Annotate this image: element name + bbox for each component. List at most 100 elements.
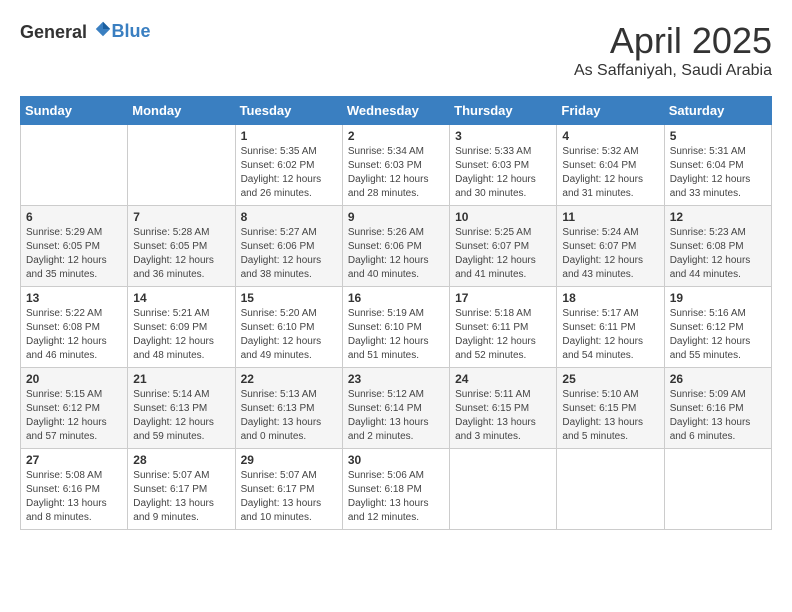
day-number: 18 [562,291,658,305]
day-number: 23 [348,372,444,386]
day-info: Sunrise: 5:34 AM Sunset: 6:03 PM Dayligh… [348,145,444,201]
day-info: Sunrise: 5:13 AM Sunset: 6:13 PM Dayligh… [241,388,337,444]
logo-blue-text: Blue [112,21,151,41]
calendar-cell: 1 Sunrise: 5:35 AM Sunset: 6:02 PM Daylig… [235,125,342,206]
day-info: Sunrise: 5:14 AM Sunset: 6:13 PM Dayligh… [133,388,229,444]
day-info: Sunrise: 5:16 AM Sunset: 6:12 PM Dayligh… [670,307,766,363]
day-number: 5 [670,129,766,143]
day-of-week-header: Thursday [450,97,557,125]
logo: General Blue [20,20,151,43]
calendar-cell [450,449,557,530]
calendar-week-row: 13Sunrise: 5:22 AM Sunset: 6:08 PM Dayli… [21,287,772,368]
day-info: Sunrise: 5:31 AM Sunset: 6:04 PM Dayligh… [670,145,766,201]
day-number: 25 [562,372,658,386]
title-area: April 2025 As Saffaniyah, Saudi Arabia [574,20,772,80]
day-number: 2 [348,129,444,143]
day-info: Sunrise: 5:20 AM Sunset: 6:10 PM Dayligh… [241,307,337,363]
day-number: 20 [26,372,122,386]
calendar-cell: 11 Sunrise: 5:24 AM Sunset: 6:07 PM Dayli… [557,206,664,287]
day-number: 17 [455,291,551,305]
day-info: Sunrise: 5:28 AM Sunset: 6:05 PM Dayligh… [133,226,229,282]
calendar-cell: 24 Sunrise: 5:11 AM Sunset: 6:15 PM Dayli… [450,368,557,449]
day-info: Sunrise: 5:19 AM Sunset: 6:10 PM Dayligh… [348,307,444,363]
calendar-cell: 4Sunrise: 5:32 AM Sunset: 6:04 PM Daylig… [557,125,664,206]
calendar-cell: 20 Sunrise: 5:15 AM Sunset: 6:12 PM Dayli… [21,368,128,449]
day-info: Sunrise: 5:15 AM Sunset: 6:12 PM Dayligh… [26,388,122,444]
calendar-cell: 15 Sunrise: 5:20 AM Sunset: 6:10 PM Dayli… [235,287,342,368]
day-info: Sunrise: 5:17 AM Sunset: 6:11 PM Dayligh… [562,307,658,363]
day-info: Sunrise: 5:25 AM Sunset: 6:07 PM Dayligh… [455,226,551,282]
calendar-cell: 2 Sunrise: 5:34 AM Sunset: 6:03 PM Daylig… [342,125,449,206]
calendar-cell: 9Sunrise: 5:26 AM Sunset: 6:06 PM Daylig… [342,206,449,287]
day-info: Sunrise: 5:11 AM Sunset: 6:15 PM Dayligh… [455,388,551,444]
calendar-header-row: SundayMondayTuesdayWednesdayThursdayFrid… [21,97,772,125]
calendar-cell: 22 Sunrise: 5:13 AM Sunset: 6:13 PM Dayli… [235,368,342,449]
day-info: Sunrise: 5:21 AM Sunset: 6:09 PM Dayligh… [133,307,229,363]
day-info: Sunrise: 5:33 AM Sunset: 6:03 PM Dayligh… [455,145,551,201]
calendar-cell: 12 Sunrise: 5:23 AM Sunset: 6:08 PM Dayli… [664,206,771,287]
calendar-cell: 17 Sunrise: 5:18 AM Sunset: 6:11 PM Dayli… [450,287,557,368]
calendar-cell: 7 Sunrise: 5:28 AM Sunset: 6:05 PM Daylig… [128,206,235,287]
day-info: Sunrise: 5:12 AM Sunset: 6:14 PM Dayligh… [348,388,444,444]
calendar-cell: 8Sunrise: 5:27 AM Sunset: 6:06 PM Daylig… [235,206,342,287]
day-info: Sunrise: 5:23 AM Sunset: 6:08 PM Dayligh… [670,226,766,282]
calendar-cell: 19 Sunrise: 5:16 AM Sunset: 6:12 PM Dayli… [664,287,771,368]
day-number: 11 [562,210,658,224]
day-info: Sunrise: 5:27 AM Sunset: 6:06 PM Dayligh… [241,226,337,282]
day-number: 19 [670,291,766,305]
calendar-cell: 21Sunrise: 5:14 AM Sunset: 6:13 PM Dayli… [128,368,235,449]
day-of-week-header: Wednesday [342,97,449,125]
day-number: 14 [133,291,229,305]
calendar-cell [557,449,664,530]
day-number: 10 [455,210,551,224]
calendar-cell: 6 Sunrise: 5:29 AM Sunset: 6:05 PM Daylig… [21,206,128,287]
calendar-cell: 26Sunrise: 5:09 AM Sunset: 6:16 PM Dayli… [664,368,771,449]
day-number: 12 [670,210,766,224]
day-of-week-header: Sunday [21,97,128,125]
day-number: 7 [133,210,229,224]
day-info: Sunrise: 5:06 AM Sunset: 6:18 PM Dayligh… [348,469,444,525]
calendar-cell: 10 Sunrise: 5:25 AM Sunset: 6:07 PM Dayli… [450,206,557,287]
calendar-cell: 16Sunrise: 5:19 AM Sunset: 6:10 PM Dayli… [342,287,449,368]
day-info: Sunrise: 5:07 AM Sunset: 6:17 PM Dayligh… [241,469,337,525]
day-info: Sunrise: 5:10 AM Sunset: 6:15 PM Dayligh… [562,388,658,444]
day-number: 28 [133,453,229,467]
logo-icon [94,20,112,38]
day-of-week-header: Tuesday [235,97,342,125]
day-number: 1 [241,129,337,143]
calendar-cell: 25 Sunrise: 5:10 AM Sunset: 6:15 PM Dayli… [557,368,664,449]
calendar-cell [664,449,771,530]
day-info: Sunrise: 5:07 AM Sunset: 6:17 PM Dayligh… [133,469,229,525]
day-info: Sunrise: 5:08 AM Sunset: 6:16 PM Dayligh… [26,469,122,525]
calendar-cell: 14 Sunrise: 5:21 AM Sunset: 6:09 PM Dayli… [128,287,235,368]
calendar-cell: 3 Sunrise: 5:33 AM Sunset: 6:03 PM Daylig… [450,125,557,206]
day-number: 15 [241,291,337,305]
day-info: Sunrise: 5:35 AM Sunset: 6:02 PM Dayligh… [241,145,337,201]
calendar-week-row: 27 Sunrise: 5:08 AM Sunset: 6:16 PM Dayli… [21,449,772,530]
header: General Blue April 2025 As Saffaniyah, S… [20,20,772,80]
day-info: Sunrise: 5:22 AM Sunset: 6:08 PM Dayligh… [26,307,122,363]
day-number: 26 [670,372,766,386]
day-of-week-header: Saturday [664,97,771,125]
calendar-cell: 23 Sunrise: 5:12 AM Sunset: 6:14 PM Dayli… [342,368,449,449]
day-info: Sunrise: 5:26 AM Sunset: 6:06 PM Dayligh… [348,226,444,282]
calendar-week-row: 1 Sunrise: 5:35 AM Sunset: 6:02 PM Daylig… [21,125,772,206]
calendar-cell: 29 Sunrise: 5:07 AM Sunset: 6:17 PM Dayli… [235,449,342,530]
calendar-cell: 13Sunrise: 5:22 AM Sunset: 6:08 PM Dayli… [21,287,128,368]
day-number: 6 [26,210,122,224]
calendar-cell: 5 Sunrise: 5:31 AM Sunset: 6:04 PM Daylig… [664,125,771,206]
day-number: 30 [348,453,444,467]
calendar-cell: 30 Sunrise: 5:06 AM Sunset: 6:18 PM Dayli… [342,449,449,530]
day-number: 27 [26,453,122,467]
day-number: 29 [241,453,337,467]
day-number: 3 [455,129,551,143]
day-info: Sunrise: 5:29 AM Sunset: 6:05 PM Dayligh… [26,226,122,282]
day-number: 22 [241,372,337,386]
day-number: 24 [455,372,551,386]
logo-general-text: General [20,22,87,42]
day-info: Sunrise: 5:18 AM Sunset: 6:11 PM Dayligh… [455,307,551,363]
calendar-week-row: 20 Sunrise: 5:15 AM Sunset: 6:12 PM Dayli… [21,368,772,449]
location-subtitle: As Saffaniyah, Saudi Arabia [574,62,772,80]
calendar-cell: 27 Sunrise: 5:08 AM Sunset: 6:16 PM Dayli… [21,449,128,530]
day-info: Sunrise: 5:24 AM Sunset: 6:07 PM Dayligh… [562,226,658,282]
